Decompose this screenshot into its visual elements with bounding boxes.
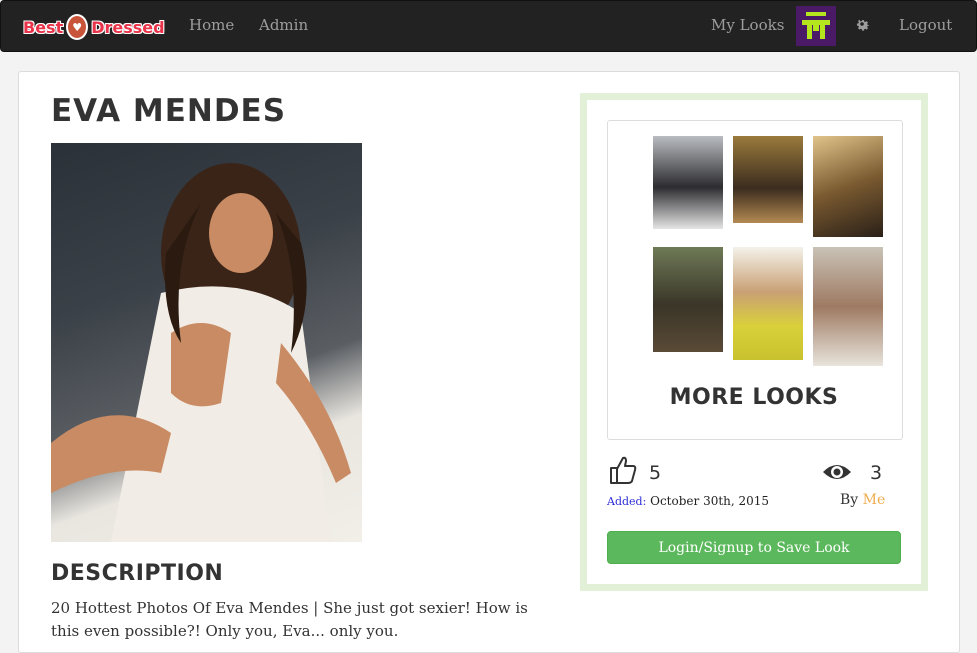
by-label: By: [840, 492, 859, 508]
description-text: 20 Hottest Photos Of Eva Mendes | She ju…: [51, 599, 528, 640]
nav-admin-link[interactable]: Admin: [259, 16, 308, 34]
thumbs-up-icon[interactable]: [609, 455, 637, 489]
eye-icon: [822, 462, 852, 486]
user-avatar[interactable]: [796, 6, 836, 46]
look-thumbnail[interactable]: [813, 136, 883, 237]
added-date-value: October 30th, 2015: [650, 494, 770, 508]
look-thumbnail[interactable]: [733, 136, 803, 223]
more-looks-label[interactable]: MORE LOOKS: [607, 385, 901, 410]
added-label: Added:: [607, 495, 647, 508]
nav-home-link[interactable]: Home: [189, 16, 234, 34]
brand-text-left: Best: [23, 17, 64, 37]
views-count: 3: [870, 462, 883, 484]
brand-icon: ♥: [66, 14, 89, 40]
look-title: EVA MENDES: [51, 93, 287, 129]
look-thumbnail[interactable]: [653, 247, 723, 352]
nav-logout-link[interactable]: Logout: [899, 16, 952, 34]
author-link[interactable]: Me: [863, 492, 886, 508]
brand-logo[interactable]: Best ♥ Dressed: [23, 13, 165, 41]
look-thumbnail[interactable]: [653, 136, 723, 229]
author-byline: By Me: [840, 492, 885, 508]
added-date: Added: October 30th, 2015: [607, 494, 769, 508]
look-thumbnail[interactable]: [813, 247, 883, 366]
nav-my-looks-link[interactable]: My Looks: [711, 16, 784, 34]
likes-count: 5: [649, 462, 662, 484]
login-signup-save-button[interactable]: Login/Signup to Save Look: [607, 531, 901, 564]
navbar: Best ♥ Dressed Home Admin My Looks Logou…: [0, 0, 977, 52]
brand-text-right: Dressed: [91, 17, 165, 37]
gear-icon[interactable]: [853, 15, 871, 33]
look-thumbnail[interactable]: [733, 247, 803, 360]
description-heading: DESCRIPTION: [51, 561, 224, 586]
main-look-photo: [51, 143, 362, 542]
